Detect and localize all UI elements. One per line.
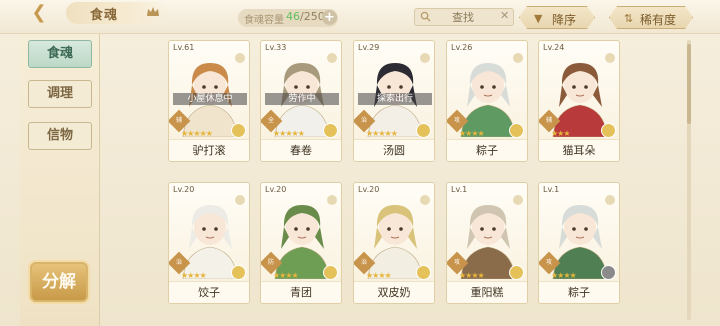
role-label: 全 [267,116,275,124]
favorite-icon [605,195,615,205]
star-rating: ★★★★ [459,271,485,280]
role-label: 辅 [175,116,183,124]
favorite-icon [327,53,337,63]
star-rating: ★★★★ [459,129,485,138]
favorite-icon [605,53,615,63]
tab-recipe[interactable]: 调理 [28,80,92,108]
sort-rarity-button[interactable]: ⇅ 稀有度 [609,6,693,29]
rank-icon [323,123,338,138]
rank-icon [231,265,246,280]
food-soul-card[interactable]: Lv.61 小屋休息中辅 ★★★★★ 驴打滚 [168,40,250,162]
food-soul-card[interactable]: Lv.26 攻 ★★★★ 粽子 [446,40,528,162]
sort-rarity-label: 稀有度 [640,13,677,27]
favorite-icon [327,195,337,205]
card-name: 粽子 [539,281,619,303]
rank-icon [509,123,524,138]
role-label: 攻 [545,258,553,266]
capacity-current: 46 [286,10,300,23]
card-name: 饺子 [169,281,249,303]
sort-arrows-icon: ⇅ [624,12,634,25]
star-rating: ★★★★ [366,271,392,280]
search-placeholder: 查找 [452,11,474,24]
chevron-down-icon: ▼ [534,12,543,25]
rank-icon [416,265,431,280]
star-rating: ★★★ [551,129,570,138]
card-name: 重阳糕 [447,281,527,303]
card-name: 青团 [261,281,341,303]
role-label: 攻 [453,116,461,124]
card-status: 劳作中 [265,93,339,105]
favorite-icon [235,195,245,205]
food-soul-card[interactable]: Lv.1 攻 ★★★★ 粽子 [538,182,620,304]
card-name: 驴打滚 [169,139,249,161]
search-icon [420,11,431,22]
rank-icon [509,265,524,280]
card-level: Lv.33 [265,43,287,52]
favorite-icon [235,53,245,63]
star-rating: ★★★★★ [366,129,398,138]
page-title: 食魂 [90,8,119,23]
capacity-total: /250 [300,10,325,23]
crown-icon [147,7,159,16]
food-soul-card[interactable]: Lv.20 治 ★★★★ 饺子 [168,182,250,304]
food-soul-card[interactable]: Lv.20 防 ★★★★ 青团 [260,182,342,304]
food-soul-card[interactable]: Lv.24 辅 ★★★ 猫耳朵 [538,40,620,162]
card-level: Lv.20 [265,185,287,194]
card-name: 汤圆 [354,139,434,161]
food-soul-card[interactable]: Lv.29 探索出行治 ★★★★★ 汤圆 [353,40,435,162]
card-name: 粽子 [447,139,527,161]
food-soul-card[interactable]: Lv.20 治 ★★★★ 双皮奶 [353,182,435,304]
card-name: 春卷 [261,139,341,161]
role-label: 辅 [545,116,553,124]
card-level: Lv.24 [543,43,565,52]
tab-token[interactable]: 信物 [28,122,92,150]
capacity-label: 食魂容量 [244,15,284,26]
rank-icon [231,123,246,138]
star-rating: ★★★★★ [181,129,213,138]
food-soul-card[interactable]: Lv.33 劳作中全 ★★★★★ 春卷 [260,40,342,162]
clear-search-icon[interactable]: ✕ [500,9,509,22]
scrollbar-thumb[interactable] [687,44,691,124]
sort-order-label: 降序 [552,13,577,27]
favorite-icon [420,195,430,205]
page: ❮ 食魂 食魂容量 46/250 + 查找 ✕ ▼ 降序 ⇅ 稀有度 食魂 调理… [0,0,720,326]
star-rating: ★★★★ [181,271,207,280]
star-rating: ★★★★ [273,271,299,280]
card-level: Lv.26 [451,43,473,52]
card-level: Lv.1 [451,185,468,194]
card-level: Lv.20 [358,185,380,194]
add-capacity-button[interactable]: + [322,10,337,25]
card-status: 探索出行 [358,93,432,105]
favorite-icon [513,195,523,205]
card-level: Lv.29 [358,43,380,52]
card-status: 小屋休息中 [173,93,247,105]
role-label: 防 [267,258,275,266]
card-level: Lv.1 [543,185,560,194]
tab-food-soul[interactable]: 食魂 [28,40,92,68]
role-label: 治 [360,116,368,124]
role-label: 攻 [453,258,461,266]
sort-order-button[interactable]: ▼ 降序 [519,6,595,29]
rank-icon [601,123,616,138]
card-name: 双皮奶 [354,281,434,303]
card-name: 猫耳朵 [539,139,619,161]
favorite-icon [420,53,430,63]
rank-icon [416,123,431,138]
role-label: 治 [175,258,183,266]
role-label: 治 [360,258,368,266]
rank-icon [323,265,338,280]
card-level: Lv.61 [173,43,195,52]
rank-icon [601,265,616,280]
favorite-icon [513,53,523,63]
decompose-button[interactable]: 分解 [30,262,88,302]
back-button[interactable]: ❮ [22,2,56,24]
star-rating: ★★★★★ [273,129,305,138]
food-soul-card[interactable]: Lv.1 攻 ★★★★ 重阳糕 [446,182,528,304]
card-level: Lv.20 [173,185,195,194]
star-rating: ★★★★ [551,271,577,280]
capacity-value: 46/250 [286,10,325,23]
